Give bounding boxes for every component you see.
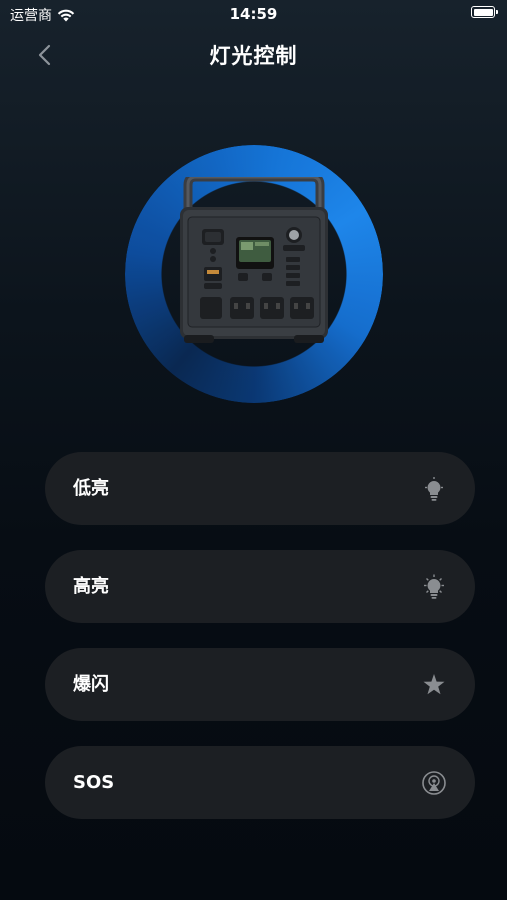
- sos-beacon-icon: [422, 771, 446, 795]
- status-bar: 运营商 14:59: [0, 0, 507, 28]
- mode-label: 低亮: [73, 478, 109, 499]
- mode-label: 爆闪: [73, 674, 109, 695]
- battery-icon: [471, 6, 498, 18]
- mode-label: SOS: [73, 772, 115, 793]
- page-title: 灯光控制: [209, 44, 298, 68]
- mode-strobe[interactable]: 爆闪: [45, 648, 475, 721]
- light-mode-list: 低亮 高亮 爆闪 SOS: [45, 452, 475, 844]
- mode-sos[interactable]: SOS: [45, 746, 475, 819]
- mode-label: 高亮: [73, 576, 109, 597]
- strobe-star-icon: [423, 674, 445, 695]
- device-hero: [125, 135, 383, 403]
- status-time: 14:59: [229, 5, 278, 23]
- nav-bar: 灯光控制: [0, 30, 507, 76]
- mode-high-brightness[interactable]: 高亮: [45, 550, 475, 623]
- bulb-low-icon: [425, 477, 443, 501]
- bulb-high-icon: [424, 574, 444, 599]
- power-station-image: [180, 177, 328, 343]
- mode-low-brightness[interactable]: 低亮: [45, 452, 475, 525]
